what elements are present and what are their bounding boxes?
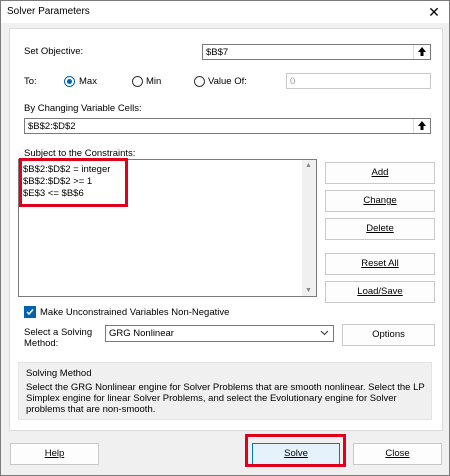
changing-cells-field[interactable]: $B$2:$D$2 <box>24 118 431 134</box>
scroll-down-icon[interactable]: ▼ <box>305 287 312 294</box>
solving-method-title: Solving Method <box>26 368 92 379</box>
help-button-label: Help <box>44 448 65 459</box>
checkmark-icon <box>26 309 34 316</box>
max-radio[interactable] <box>64 76 75 87</box>
collapse-arrow-icon <box>418 121 426 130</box>
method-label-line1: Select a Solving <box>24 327 93 338</box>
delete-button[interactable]: Delete <box>325 218 435 240</box>
solving-method-group: Solving Method Select the GRG Nonlinear … <box>18 362 432 420</box>
scroll-up-icon[interactable]: ▲ <box>305 162 312 169</box>
load-save-button[interactable]: Load/Save <box>325 281 435 303</box>
load-save-button-label: Load/Save <box>357 286 403 297</box>
method-value: GRG Nonlinear <box>109 328 174 339</box>
changing-cells-label: By Changing Variable Cells: <box>24 103 142 114</box>
min-radio[interactable] <box>132 76 143 87</box>
options-button-label: Options <box>372 329 405 340</box>
reset-all-button-label: Reset All <box>361 258 399 269</box>
solving-method-description: Select the GRG Nonlinear engine for Solv… <box>26 382 425 415</box>
set-objective-field[interactable]: $B$7 <box>202 44 431 60</box>
delete-button-label: Delete <box>366 223 394 234</box>
collapse-changing-button[interactable] <box>413 119 430 133</box>
window-title: Solver Parameters <box>7 6 90 17</box>
max-label: Max <box>79 76 97 87</box>
close-button-label: Close <box>385 448 410 459</box>
constraints-scrollbar[interactable]: ▲ ▼ <box>302 160 316 296</box>
to-label: To: <box>24 76 37 87</box>
value-of-value: 0 <box>290 76 296 87</box>
title-bar: Solver Parameters ✕ <box>1 1 449 23</box>
value-of-field[interactable]: 0 <box>286 73 431 89</box>
set-objective-value: $B$7 <box>206 47 229 58</box>
close-button[interactable]: Close <box>353 443 442 465</box>
constraints-highlight-box <box>19 158 128 207</box>
solve-highlight-box <box>245 434 346 467</box>
method-label-line2: Method: <box>24 338 59 349</box>
value-of-label: Value Of: <box>208 76 247 87</box>
change-button[interactable]: Change <box>325 190 435 212</box>
add-button-label: Add <box>371 167 389 178</box>
options-button[interactable]: Options <box>342 324 435 346</box>
collapse-objective-button[interactable] <box>413 45 430 59</box>
value-of-radio[interactable] <box>194 76 205 87</box>
help-button[interactable]: Help <box>10 443 99 465</box>
add-button[interactable]: Add <box>325 162 435 184</box>
collapse-arrow-icon <box>418 47 426 56</box>
change-button-label: Change <box>363 195 397 206</box>
close-window-icon[interactable]: ✕ <box>425 3 443 21</box>
set-objective-label: Set Objective: <box>24 46 84 57</box>
solver-parameters-dialog: Solver Parameters ✕ Set Objective: $B$7 … <box>0 0 450 476</box>
nonneg-checkbox[interactable] <box>24 306 36 318</box>
method-select[interactable]: GRG Nonlinear <box>105 325 334 342</box>
chevron-down-icon <box>320 330 329 336</box>
changing-cells-value: $B$2:$D$2 <box>28 121 76 132</box>
reset-all-button[interactable]: Reset All <box>325 253 435 275</box>
min-label: Min <box>146 76 162 87</box>
nonneg-label: Make Unconstrained Variables Non-Negativ… <box>40 307 230 318</box>
